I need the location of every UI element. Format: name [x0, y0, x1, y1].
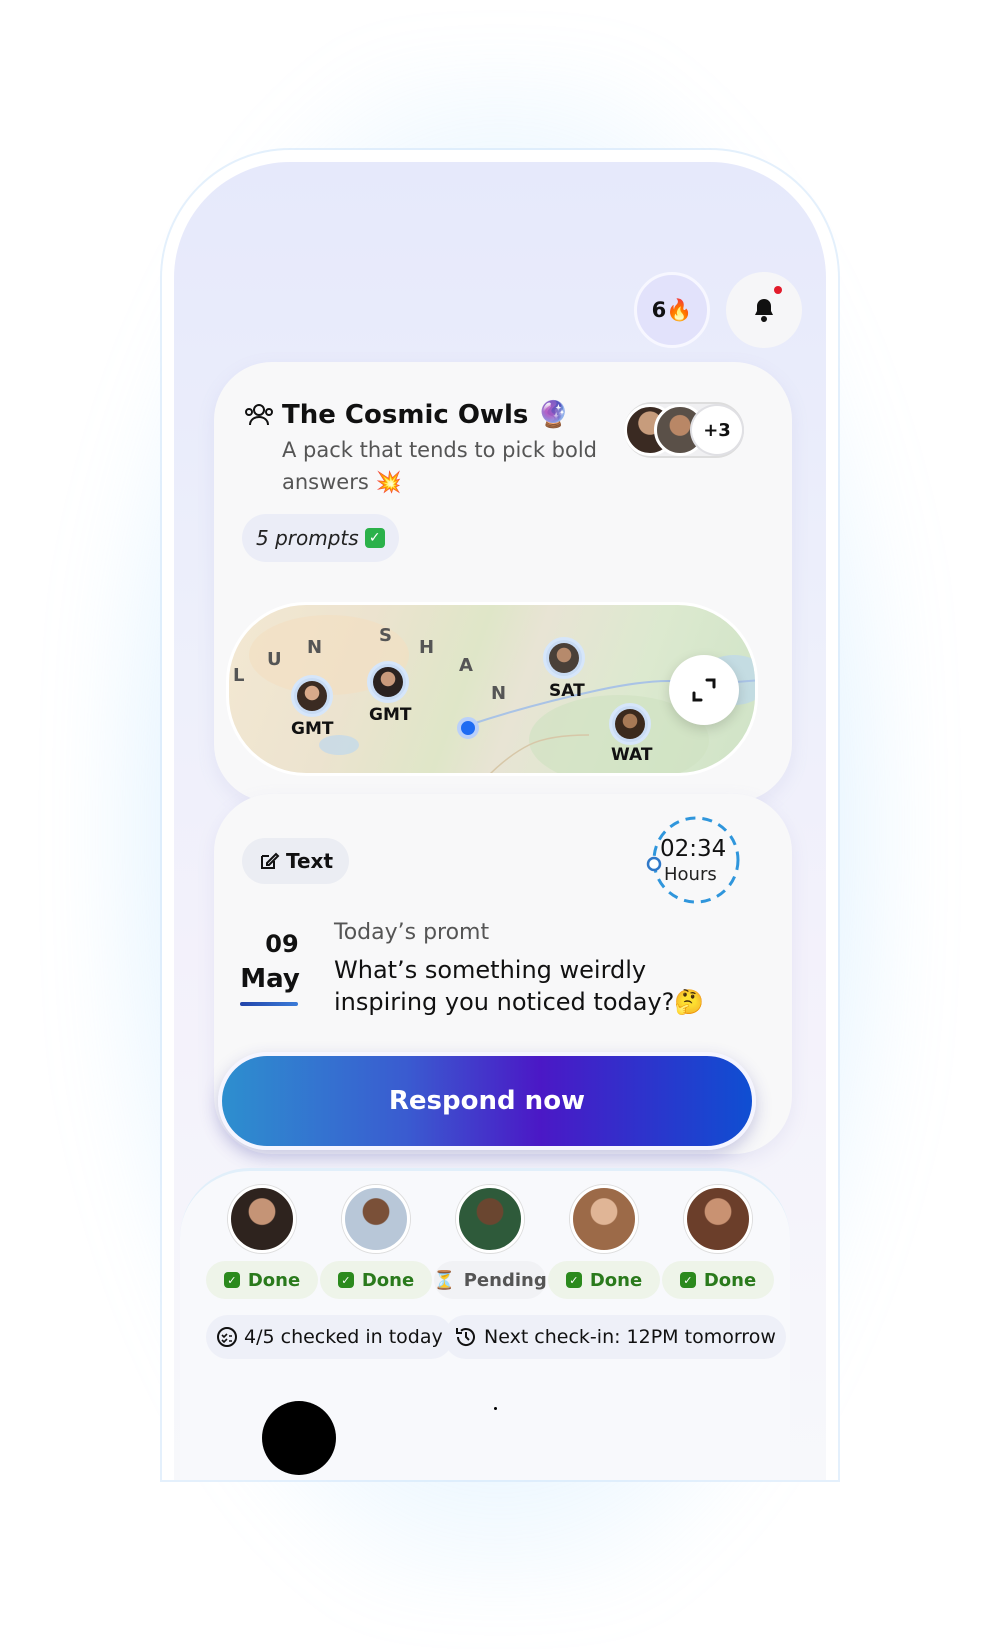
avatar: [615, 709, 645, 739]
date-underline: [240, 1002, 298, 1006]
history-icon: [456, 1328, 475, 1346]
member-status-badge: ✓ Done: [206, 1261, 318, 1299]
map-region-letter: A: [459, 655, 473, 676]
phone-frame: 6 🔥 The Cosmic Owls 🔮 A pack that tends …: [162, 150, 838, 1480]
map-region-letter: L: [233, 665, 245, 686]
next-section-dot: [494, 1407, 497, 1410]
map-member-marker[interactable]: [291, 675, 333, 717]
check-icon: ✓: [565, 1272, 582, 1288]
extra-members-count: +3: [690, 404, 744, 456]
app-screen: 6 🔥 The Cosmic Owls 🔮 A pack that tends …: [174, 162, 826, 1480]
member-item[interactable]: ✓ Done: [662, 1185, 774, 1299]
current-location-dot: [457, 717, 479, 739]
map-region-letter: N: [307, 637, 323, 658]
avatar: [570, 1185, 638, 1253]
notifications-button[interactable]: [726, 272, 802, 348]
avatar: [297, 681, 327, 711]
streak-button[interactable]: 6 🔥: [634, 272, 710, 348]
avatar: [373, 667, 403, 697]
avatar: [549, 643, 579, 673]
member-status-label: Done: [361, 1269, 415, 1291]
prompt-date-day: 09: [265, 930, 299, 958]
member-status-label: Done: [703, 1269, 757, 1291]
member-status-label: Done: [589, 1269, 643, 1291]
checked-in-summary: 4/5 checked in today: [206, 1315, 453, 1359]
prompt-type-badge: Text: [242, 838, 350, 884]
checked-in-text: 4/5 checked in today: [244, 1326, 443, 1348]
member-item[interactable]: ✓ Done: [320, 1185, 432, 1299]
map-member-marker[interactable]: [609, 703, 651, 745]
prompts-count: 5 prompts: [256, 526, 359, 550]
member-item[interactable]: ✓ Done: [548, 1185, 660, 1299]
bell-icon: [755, 299, 773, 322]
notification-dot: [774, 286, 782, 294]
streak-count: 6: [651, 298, 667, 322]
respond-now-button[interactable]: Respond now: [218, 1052, 756, 1150]
countdown-time: 02:34: [660, 836, 727, 862]
map-marker-label: GMT: [291, 719, 334, 739]
check-icon: ✓: [364, 528, 385, 548]
avatar: [456, 1185, 524, 1253]
expand-icon: [692, 678, 716, 702]
next-section-avatar: [262, 1401, 336, 1475]
map-marker-label: SAT: [549, 681, 585, 701]
check-icon: ✓: [223, 1272, 240, 1288]
members-checkin-panel: ✓ Done ✓ Done ⏳ Pending ✓ Done ✓ Done 4/…: [180, 1168, 790, 1480]
map-region-letter: N: [491, 683, 507, 704]
prompt-date-month: May: [240, 964, 300, 994]
next-checkin-text: Next check-in: 12PM tomorrow: [484, 1326, 776, 1348]
member-status-label: Pending: [463, 1269, 547, 1291]
member-status-badge: ✓ Done: [548, 1261, 660, 1299]
members-avatar-stack[interactable]: +3: [624, 402, 744, 458]
map-member-marker[interactable]: [367, 661, 409, 703]
check-icon: ✓: [679, 1272, 696, 1288]
hourglass-icon: ⏳: [433, 1269, 456, 1291]
map-member-marker[interactable]: [543, 637, 585, 679]
next-checkin-info: Next check-in: 12PM tomorrow: [444, 1315, 786, 1359]
avatar: [228, 1185, 296, 1253]
member-status-badge: ⏳ Pending: [433, 1261, 547, 1299]
member-status-badge: ✓ Done: [662, 1261, 774, 1299]
group-icon: [245, 404, 273, 426]
pack-card: The Cosmic Owls 🔮 A pack that tends to p…: [214, 362, 792, 802]
member-item[interactable]: ⏳ Pending: [433, 1185, 547, 1299]
member-item[interactable]: ✓ Done: [206, 1185, 318, 1299]
prompt-label: Today’s promt: [334, 920, 490, 945]
map-region-letter: S: [379, 625, 392, 646]
map-marker-label: GMT: [369, 705, 412, 725]
pack-description: A pack that tends to pick bold answers 💥: [282, 438, 597, 494]
crystal-ball-icon: 🔮: [537, 400, 570, 430]
pack-name: The Cosmic Owls: [282, 400, 529, 430]
expand-map-button[interactable]: [669, 655, 739, 725]
map-region-letter: H: [419, 637, 435, 658]
check-icon: ✓: [337, 1272, 354, 1288]
members-map[interactable]: L U N S H A N GMT GMT SAT WAT: [226, 602, 758, 776]
map-region-letter: U: [267, 649, 282, 670]
member-status-label: Done: [247, 1269, 301, 1291]
edit-icon: [261, 852, 280, 869]
avatar: [684, 1185, 752, 1253]
countdown-unit: Hours: [664, 864, 717, 885]
fire-icon: 🔥: [666, 297, 693, 322]
prompt-type-label: Text: [286, 849, 334, 873]
avatar: [342, 1185, 410, 1253]
prompt-question: What’s something weirdly inspiring you n…: [334, 956, 705, 1016]
checklist-icon: [217, 1327, 237, 1347]
prompts-count-badge: 5 prompts ✓: [242, 514, 399, 562]
map-marker-label: WAT: [611, 745, 653, 765]
member-status-badge: ✓ Done: [320, 1261, 432, 1299]
pack-title: The Cosmic Owls 🔮: [282, 400, 570, 430]
